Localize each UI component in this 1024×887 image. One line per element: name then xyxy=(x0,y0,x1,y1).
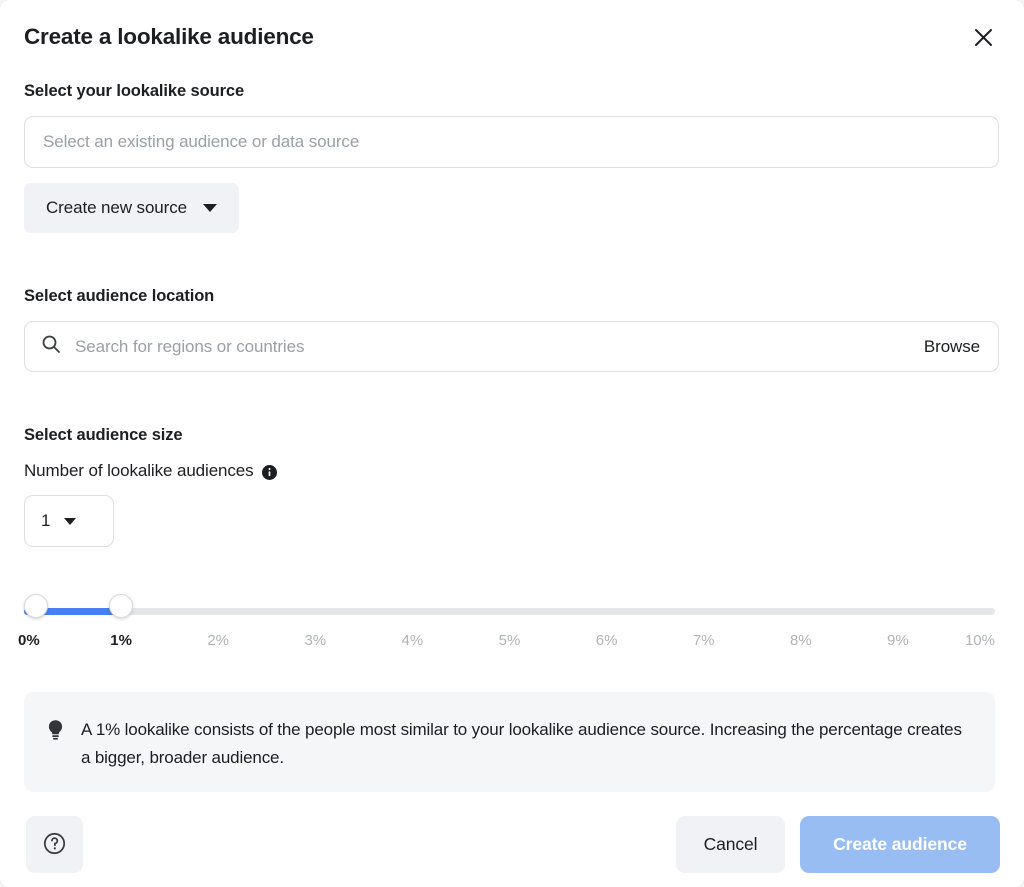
close-icon xyxy=(973,27,994,48)
create-new-source-button[interactable]: Create new source xyxy=(24,183,239,233)
audience-size-label: Select audience size xyxy=(24,426,183,444)
slider-tick-labels: 0% 1% 2% 3% 4% 5% 6% 7% 8% 9% 10% xyxy=(18,632,995,656)
slider-handle-lower[interactable] xyxy=(24,594,48,618)
lookalike-source-label: Select your lookalike source xyxy=(24,82,245,100)
question-mark-icon xyxy=(42,831,67,859)
create-lookalike-audience-dialog: Create a lookalike audience Select your … xyxy=(0,0,1024,887)
help-button[interactable] xyxy=(26,816,83,873)
create-new-source-label: Create new source xyxy=(46,198,187,217)
create-audience-button[interactable]: Create audience xyxy=(800,816,1000,873)
slider-tick-3: 3% xyxy=(304,632,327,649)
slider-tick-8: 8% xyxy=(789,632,812,649)
number-of-audiences-text: Number of lookalike audiences xyxy=(24,461,254,480)
info-icon[interactable] xyxy=(261,464,277,480)
slider-track[interactable] xyxy=(24,608,995,615)
slider-tick-0: 0% xyxy=(18,632,40,649)
close-button[interactable] xyxy=(966,20,1000,54)
slider-handle-upper[interactable] xyxy=(109,594,134,618)
audience-count-value: 1 xyxy=(41,511,51,530)
slider-tick-6: 6% xyxy=(595,632,618,649)
audience-size-slider[interactable]: 0% 1% 2% 3% 4% 5% 6% 7% 8% 9% 10% xyxy=(18,594,995,666)
dialog-header: Create a lookalike audience xyxy=(24,22,1000,60)
slider-tick-9: 9% xyxy=(887,632,909,649)
page-title: Create a lookalike audience xyxy=(24,24,314,49)
slider-tick-5: 5% xyxy=(498,632,521,649)
chevron-down-icon xyxy=(64,517,77,525)
footer-actions: Cancel Create audience xyxy=(676,816,1000,873)
tip-banner: A 1% lookalike consists of the people mo… xyxy=(24,692,995,792)
slider-tick-4: 4% xyxy=(401,632,424,649)
number-of-audiences-label: Number of lookalike audiences xyxy=(24,461,277,481)
slider-tick-10: 10% xyxy=(964,632,995,649)
slider-tick-1: 1% xyxy=(110,632,132,649)
tip-text: A 1% lookalike consists of the people mo… xyxy=(81,720,962,767)
search-icon xyxy=(41,334,61,359)
lookalike-source-placeholder: Select an existing audience or data sour… xyxy=(43,132,360,151)
browse-button[interactable]: Browse xyxy=(924,337,980,357)
audience-count-select[interactable]: 1 xyxy=(24,495,114,547)
location-search-placeholder: Search for regions or countries xyxy=(75,336,305,356)
slider-tick-2: 2% xyxy=(207,632,230,649)
lightbulb-icon xyxy=(46,719,65,746)
chevron-down-icon xyxy=(202,204,217,212)
audience-location-label: Select audience location xyxy=(24,287,215,305)
lookalike-source-input[interactable]: Select an existing audience or data sour… xyxy=(24,116,999,168)
location-search-field[interactable]: Search for regions or countries Browse xyxy=(24,321,999,372)
dialog-footer: Cancel Create audience xyxy=(0,804,1024,887)
slider-tick-7: 7% xyxy=(692,632,715,649)
cancel-button[interactable]: Cancel xyxy=(676,816,785,873)
